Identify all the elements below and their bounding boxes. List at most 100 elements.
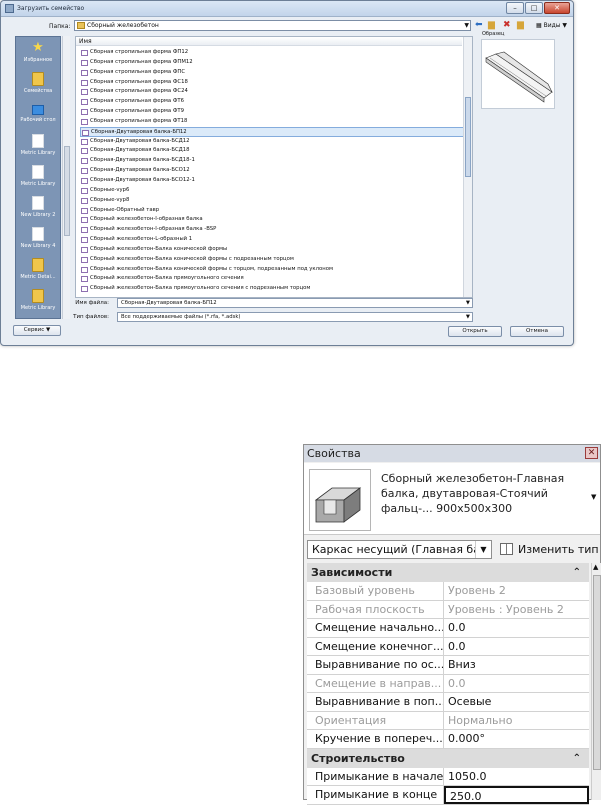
file-row[interactable]: Сборная-Двутавровая балка-БП12 xyxy=(80,126,464,137)
places-item-label: Metric Library xyxy=(20,181,56,187)
places-item[interactable]: Metric Library xyxy=(16,287,60,317)
new-folder-icon[interactable]: ▆ xyxy=(517,21,524,30)
places-item-label: Рабочий стол xyxy=(20,117,56,123)
places-scrollbar[interactable] xyxy=(62,36,70,319)
folder-icon xyxy=(32,289,44,303)
places-item[interactable]: Metric Library xyxy=(16,132,60,162)
back-arrow-icon[interactable]: ⬅ xyxy=(475,21,483,30)
property-row[interactable]: Ориентация Нормально xyxy=(307,711,589,730)
dialog-titlebar: Загрузить семейство – □ ✕ xyxy=(1,1,573,17)
filename-input[interactable]: Сборная-Двутавровая балка-БП12 ▼ xyxy=(117,298,473,308)
places-item[interactable]: Семейства xyxy=(16,70,60,100)
property-value[interactable]: 0.0 xyxy=(444,638,589,656)
property-row[interactable]: Смещение в направ... 0.0 xyxy=(307,674,589,693)
file-row[interactable]: Сборная стропильная ферма ФП12 xyxy=(80,48,464,58)
close-icon[interactable]: ✕ xyxy=(585,447,598,459)
file-row[interactable]: Сборная стропильная ферма ФТ6 xyxy=(80,97,464,107)
property-name: Выравнивание в поп... xyxy=(307,693,444,711)
collapse-icon[interactable]: ⌃ xyxy=(573,563,581,582)
scroll-thumb[interactable] xyxy=(465,97,471,177)
beam-preview-icon xyxy=(485,51,553,103)
file-name: Сборный железобетон-Балка конической фор… xyxy=(90,255,294,262)
file-list-scrollbar[interactable] xyxy=(463,37,472,297)
file-row[interactable]: Сборная-Двутавровая балка-БСО12-1 xyxy=(80,176,464,186)
file-row[interactable]: Сборный железобетон-L-образный 1 xyxy=(80,235,464,245)
file-row[interactable]: Сборная стропильная ферма ФТ18 xyxy=(80,117,464,127)
property-value[interactable]: 250.0 xyxy=(444,786,589,804)
places-item[interactable]: New Library 2 xyxy=(16,194,60,224)
property-value[interactable]: Осевые xyxy=(444,693,589,711)
property-row[interactable]: Смещение конечног... 0.0 xyxy=(307,637,589,656)
service-button[interactable]: Сервис ▼ xyxy=(13,325,61,336)
property-row[interactable]: Примыкание в конце 250.0 xyxy=(307,786,589,805)
filetype-label: Тип файлов: xyxy=(73,314,109,320)
edit-type-icon xyxy=(500,543,513,555)
property-group-header[interactable]: Зависимости ⌃ xyxy=(307,563,589,582)
family-file-icon xyxy=(81,69,88,76)
file-row[interactable]: Сборный железобетон-I-образная балка -BS… xyxy=(80,225,464,235)
file-row[interactable]: Сборная стропильная ферма ФТ9 xyxy=(80,107,464,117)
places-item[interactable]: Metric Detai... xyxy=(16,256,60,286)
delete-icon[interactable]: ✖ xyxy=(503,21,511,30)
file-row[interactable]: Сборная-Двутавровая балка-БСО12 xyxy=(80,166,464,176)
places-item[interactable]: ★ Избранное xyxy=(16,39,60,69)
family-file-icon xyxy=(81,109,88,116)
file-row[interactable]: Сборный железобетон-Балка прямоугольного… xyxy=(80,274,464,284)
property-value[interactable]: 0.000° xyxy=(444,730,589,748)
file-row[interactable]: Сборная стропильная ферма ФС24 xyxy=(80,87,464,97)
properties-scrollbar[interactable]: ▲ xyxy=(591,563,601,800)
file-row[interactable]: Сборная-Двутавровая балка-БСД12 xyxy=(80,137,464,147)
places-item[interactable]: Metric Library xyxy=(16,163,60,193)
file-row[interactable]: Сборный железобетон-Балка конической фор… xyxy=(80,245,464,255)
scroll-thumb[interactable] xyxy=(593,575,601,770)
minimize-button[interactable]: – xyxy=(506,2,524,14)
up-folder-icon[interactable]: ▆ xyxy=(488,21,495,30)
column-header-name[interactable]: Имя xyxy=(76,37,462,46)
scroll-thumb[interactable] xyxy=(64,146,70,236)
property-row[interactable]: Кручение в попереч... 0.000° xyxy=(307,730,589,749)
property-value[interactable]: Вниз xyxy=(444,656,589,674)
places-item-label: New Library 4 xyxy=(20,243,56,249)
collapse-icon[interactable]: ⌃ xyxy=(573,749,581,768)
file-row[interactable]: Сборная-Двутавровая балка-БСД18 xyxy=(80,146,464,156)
file-row[interactable]: Сборный железобетон-I-образная балка xyxy=(80,215,464,225)
property-row[interactable]: Примыкание в начале 1050.0 xyxy=(307,767,589,786)
cancel-button[interactable]: Отмена xyxy=(510,326,564,337)
open-button[interactable]: Открыть xyxy=(448,326,502,337)
file-row[interactable]: Сборный железобетон-Балка конической фор… xyxy=(80,255,464,265)
property-value[interactable]: 0.0 xyxy=(444,619,589,637)
views-menu[interactable]: ▦ Виды ▼ xyxy=(536,22,567,29)
property-row[interactable]: Выравнивание в поп... Осевые xyxy=(307,693,589,712)
scroll-up-icon[interactable]: ▲ xyxy=(593,563,598,571)
file-row[interactable]: Сборные-vyp6 xyxy=(80,186,464,196)
property-row[interactable]: Базовый уровень Уровень 2 xyxy=(307,582,589,601)
family-file-icon xyxy=(81,168,88,175)
edit-type-label: Изменить тип xyxy=(518,543,599,556)
property-value[interactable]: 1050.0 xyxy=(444,768,589,786)
file-row[interactable]: Сборная-Двутавровая балка-БСД18-1 xyxy=(80,156,464,166)
folder-select[interactable]: Сборный железобетон ▼ xyxy=(74,20,471,31)
places-item[interactable]: Рабочий стол xyxy=(16,101,60,131)
file-row[interactable]: Сборный железобетон-Балка прямоугольного… xyxy=(80,284,464,294)
close-button[interactable]: ✕ xyxy=(544,2,570,14)
type-selector[interactable]: Сборный железобетон-Главная балка, двута… xyxy=(304,463,600,535)
places-item[interactable]: New Library 4 xyxy=(16,225,60,255)
file-row[interactable]: Сборные-Обратный тавр xyxy=(80,206,464,216)
file-row[interactable]: Сборная стропильная ферма ФС18 xyxy=(80,78,464,88)
edit-type-button[interactable]: Изменить тип xyxy=(500,541,599,558)
property-row[interactable]: Смещение начально... 0.0 xyxy=(307,619,589,638)
file-row[interactable]: Сборная стропильная ферма ФПС xyxy=(80,68,464,78)
chevron-down-icon[interactable]: ▼ xyxy=(591,493,596,501)
property-row[interactable]: Выравнивание по ос... Вниз xyxy=(307,656,589,675)
instance-filter-select[interactable]: Каркас несущий (Главная бал ▼ xyxy=(307,540,492,559)
file-row[interactable]: Сборная стропильная ферма ФПМ12 xyxy=(80,58,464,68)
property-row[interactable]: Рабочая плоскость Уровень : Уровень 2 xyxy=(307,600,589,619)
file-row[interactable]: Сборные-vyp8 xyxy=(80,196,464,206)
file-row[interactable]: Сборный железобетон-Балка конической фор… xyxy=(80,265,464,275)
maximize-button[interactable]: □ xyxy=(525,2,543,14)
type-thumbnail xyxy=(309,469,371,531)
property-group-header[interactable]: Строительство ⌃ xyxy=(307,748,589,768)
file-name: Сборная стропильная ферма ФПМ12 xyxy=(90,58,193,65)
filetype-select[interactable]: Все поддерживаемые файлы (*.rfa, *.adsk)… xyxy=(117,312,473,322)
views-icon: ▦ xyxy=(536,22,544,29)
